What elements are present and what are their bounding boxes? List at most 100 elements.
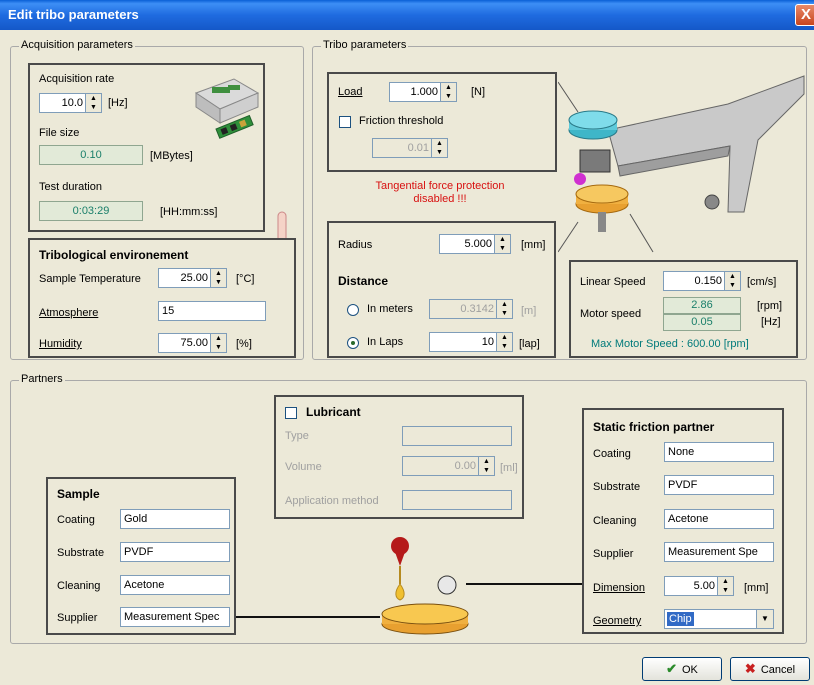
static-substrate-input[interactable]: PVDF [664, 475, 774, 495]
test-duration-field: 0:03:29 [39, 201, 143, 221]
meters-arrows: ▲ ▼ [496, 300, 512, 318]
in-laps-label: In Laps [367, 336, 404, 348]
acquisition-rate-unit: [Hz] [108, 97, 128, 109]
load-value: 1.000 [410, 86, 438, 98]
acquisition-rate-arrows[interactable]: ▲ ▼ [85, 94, 101, 112]
static-coating-input[interactable]: None [664, 442, 774, 462]
arrow-up-icon[interactable]: ▲ [441, 83, 456, 92]
environment-title: Tribological environement [39, 248, 189, 262]
application-method-input [402, 490, 512, 510]
in-meters-radio[interactable] [347, 304, 359, 316]
partners-group-label: Partners [19, 373, 65, 385]
sample-temperature-label: Sample Temperature [39, 273, 141, 285]
arrow-down-icon[interactable]: ▼ [725, 281, 740, 290]
humidity-stepper[interactable]: 75.00 ▲ ▼ [158, 333, 227, 353]
arrow-down-icon[interactable]: ▼ [211, 278, 226, 287]
acquisition-group-label: Acquisition parameters [19, 39, 135, 51]
arrow-up-icon[interactable]: ▲ [725, 272, 740, 281]
arrow-down-icon[interactable]: ▼ [495, 244, 510, 253]
laps-arrows[interactable]: ▲ ▼ [496, 333, 512, 351]
friction-threshold-value: 0.01 [407, 142, 429, 154]
atmosphere-input[interactable]: 15 [158, 301, 266, 321]
arrow-down-icon[interactable]: ▼ [441, 92, 456, 101]
lubricant-type-input [402, 426, 512, 446]
close-button[interactable]: X [795, 4, 814, 26]
dialog-window: Edit tribo parameters X Acquisition para… [0, 0, 814, 685]
sample-temperature-stepper[interactable]: 25.00 ▲ ▼ [158, 268, 227, 288]
static-supplier-input[interactable]: Measurement Spe [664, 542, 774, 562]
lubricant-checkbox[interactable] [285, 407, 297, 419]
sample-coating-input[interactable]: Gold [120, 509, 230, 529]
arrow-up-icon[interactable]: ▲ [497, 333, 512, 342]
file-size-unit: [MBytes] [150, 150, 193, 162]
static-geometry-value: Chip [667, 612, 694, 626]
sample-substrate-input[interactable]: PVDF [120, 542, 230, 562]
cross-icon: ✖ [744, 661, 756, 676]
sample-temperature-unit: [°C] [236, 273, 255, 285]
meters-value: 0.3142 [460, 303, 494, 315]
arrow-down-icon[interactable]: ▼ [497, 342, 512, 351]
motor-hz-unit: [Hz] [761, 316, 781, 328]
sample-disc-icon [381, 603, 469, 635]
sample-cleaning-input[interactable]: Acetone [120, 575, 230, 595]
acquisition-rate-stepper[interactable]: 10.0 ▲ ▼ [39, 93, 102, 113]
arrow-down-icon[interactable]: ▼ [718, 586, 733, 595]
radius-arrows[interactable]: ▲ ▼ [494, 235, 510, 253]
checkmark-icon: ✔ [666, 661, 677, 676]
window-title: Edit tribo parameters [8, 7, 139, 22]
atmosphere-label: Atmosphere [39, 307, 99, 319]
in-laps-radio[interactable] [347, 337, 359, 349]
arrow-down-icon: ▼ [483, 467, 490, 474]
file-size-label: File size [39, 127, 80, 139]
humidity-label: Humidity [39, 338, 82, 350]
meters-stepper: 0.3142 ▲ ▼ [429, 299, 513, 319]
lubricant-volume-value: 0.00 [454, 460, 476, 472]
arrow-up-icon[interactable]: ▲ [211, 334, 226, 343]
static-friction-partner-panel: Static friction partner Coating None Sub… [582, 408, 784, 634]
motor-speed-label: Motor speed [580, 308, 642, 320]
laps-stepper[interactable]: 10 ▲ ▼ [429, 332, 513, 352]
static-dimension-value: 5.00 [693, 580, 715, 592]
static-partner-title: Static friction partner [593, 420, 715, 434]
linear-speed-arrows[interactable]: ▲ ▼ [724, 272, 740, 290]
sample-supplier-input[interactable]: Measurement Spec [120, 607, 230, 627]
arrow-up-icon: ▲ [436, 140, 443, 147]
max-motor-speed: Max Motor Speed : 600.00 [rpm] [591, 338, 749, 350]
arrow-down-icon: ▼ [501, 310, 508, 317]
radius-stepper[interactable]: 5.000 ▲ ▼ [439, 234, 511, 254]
arrow-up-icon[interactable]: ▲ [718, 577, 733, 586]
lubricant-volume-label: Volume [285, 461, 322, 473]
friction-threshold-checkbox[interactable] [339, 116, 351, 128]
static-cleaning-input[interactable]: Acetone [664, 509, 774, 529]
load-arrows[interactable]: ▲ ▼ [440, 83, 456, 101]
cancel-button[interactable]: ✖ Cancel [730, 657, 810, 681]
linear-speed-unit: [cm/s] [747, 276, 777, 288]
meters-unit: [m] [521, 305, 537, 317]
chevron-down-icon[interactable]: ▼ [756, 610, 773, 628]
load-stepper[interactable]: 1.000 ▲ ▼ [389, 82, 457, 102]
lubricant-volume-unit: [ml] [500, 462, 518, 474]
static-dimension-stepper[interactable]: 5.00 ▲ ▼ [664, 576, 734, 596]
static-dimension-arrows[interactable]: ▲ ▼ [717, 577, 733, 595]
static-geometry-select[interactable]: Chip ▼ [664, 609, 774, 629]
load-unit: [N] [471, 86, 486, 98]
arrow-up-icon[interactable]: ▲ [211, 269, 226, 278]
arrow-up-icon: ▲ [483, 458, 490, 465]
lubricant-volume-stepper: 0.00 ▲ ▼ [402, 456, 495, 476]
static-supplier-label: Supplier [593, 548, 634, 560]
lubricant-volume-arrows: ▲ ▼ [478, 457, 494, 475]
application-method-label: Application method [285, 495, 379, 507]
close-icon: X [800, 6, 811, 23]
cancel-label: Cancel [760, 664, 796, 676]
ok-button[interactable]: ✔ OK [642, 657, 722, 681]
arrow-up-icon[interactable]: ▲ [86, 94, 101, 103]
tribological-environment-panel: Tribological environement Sample Tempera… [28, 238, 296, 358]
arrow-up-icon[interactable]: ▲ [495, 235, 510, 244]
humidity-arrows[interactable]: ▲ ▼ [210, 334, 226, 352]
motor-rpm-field: 2.86 [663, 297, 741, 314]
distance-title: Distance [338, 274, 389, 288]
sample-temperature-arrows[interactable]: ▲ ▼ [210, 269, 226, 287]
arrow-down-icon[interactable]: ▼ [86, 103, 101, 112]
arrow-down-icon[interactable]: ▼ [211, 343, 226, 352]
linear-speed-stepper[interactable]: 0.150 ▲ ▼ [663, 271, 741, 291]
